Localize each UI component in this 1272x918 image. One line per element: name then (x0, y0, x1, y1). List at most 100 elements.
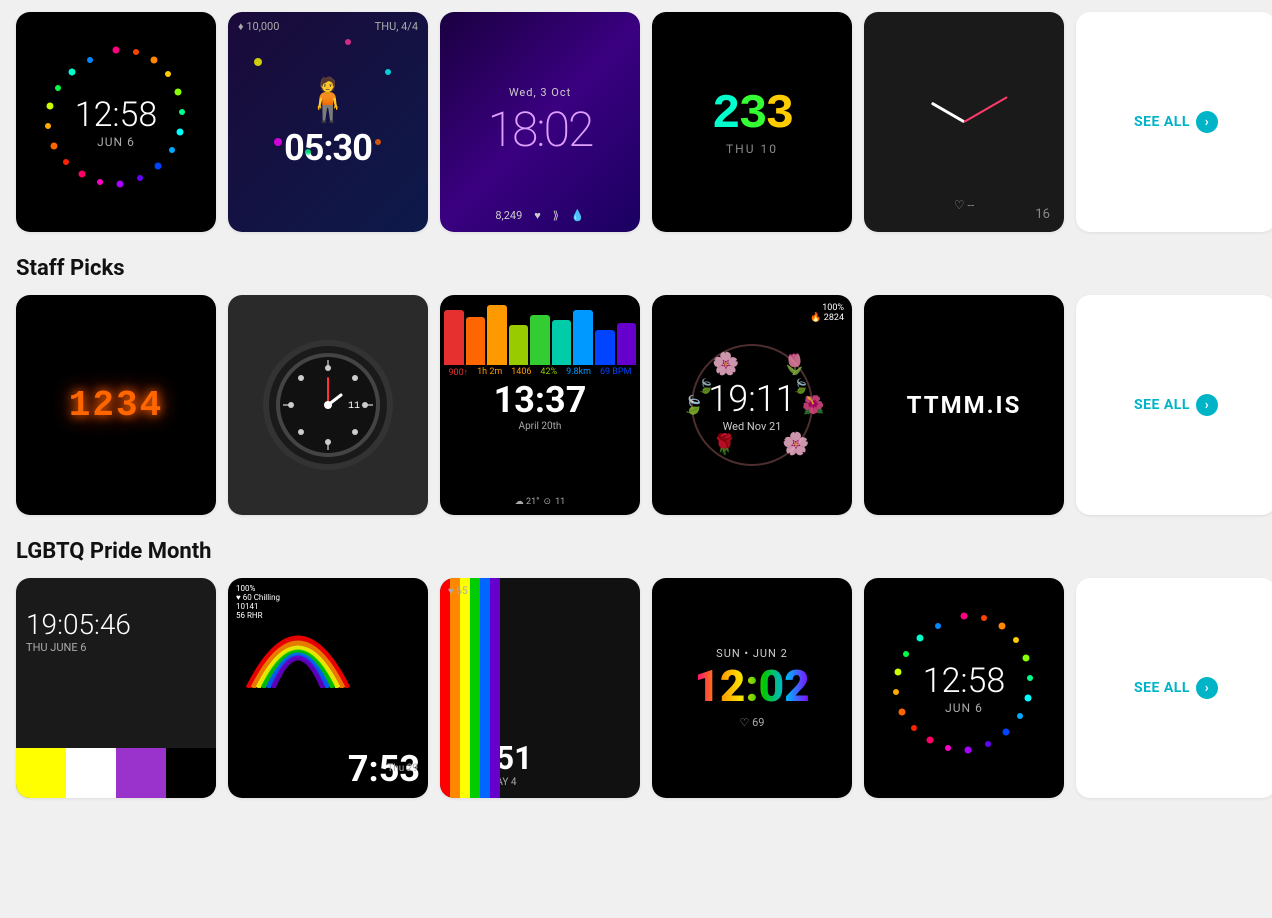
ttmm-text: TTMM.IS (907, 391, 1022, 419)
drip-stat-4: 42% (540, 367, 557, 378)
trace-time: 18:02 (488, 101, 593, 158)
light-number: 16 (1035, 207, 1050, 222)
watch-face-flags: 19:05:46 THU JUNE 6 (16, 578, 216, 798)
drip-stat-5: 9.8km (566, 367, 591, 378)
see-all-featured-circle: › (1196, 111, 1218, 133)
watch-card-floral[interactable]: 🌸 🌷 🌺 🌸 🌹 🍃 🍃 🍃 100% 🔥 2824 1 (652, 295, 852, 515)
staff-picks-section: Staff Picks 1234 Nixie Tubes Tom Bandy (16, 256, 1256, 515)
drips-bottom: ☁ 21° ⊙ 11 (515, 497, 565, 507)
drips-clock-icon: ⊙ (544, 497, 552, 507)
pride-flare-dots (36, 42, 196, 202)
pride-redux-heart: ♥ 60 Chilling (236, 593, 280, 602)
watch-face-pride-flare-2: 12:58 JUN 6 (864, 578, 1064, 798)
featured-row: 12:58 JUN 6 Pride Flare Fitbit ♦ 10,000 … (16, 12, 1256, 232)
watch-face-ttmm: TTMM.IS (864, 295, 1064, 515)
watch-card-trace[interactable]: Wed, 3 Oct 18:02 8,249 ♥ ⟫ 💧 Trace Fitbi… (440, 12, 640, 232)
watch-card-drips[interactable]: 900↑ 1h 2m 1406 42% 9.8km 69 BPM 13:37 A… (440, 295, 640, 515)
featured-section: 12:58 JUN 6 Pride Flare Fitbit ♦ 10,000 … (16, 12, 1256, 232)
watch-face-pride: 11:51 WEDNESDAY 4 ♥ 65 (440, 578, 640, 798)
see-all-lgbtq-btn[interactable]: SEE ALL › (1134, 677, 1218, 699)
pride-heart: ♥ 65 (448, 586, 468, 597)
loops-digit-3b: 3 (765, 88, 792, 142)
watch-face-light: 16 ♡ -- (864, 12, 1064, 232)
drip-bar-6 (552, 320, 572, 365)
lgbtq-section: LGBTQ Pride Month 19:05:46 THU JUNE 6 Fl… (16, 539, 1256, 798)
flags-time: 19:05:46 (26, 608, 131, 641)
nixie-digits: 1234 (69, 385, 163, 426)
see-all-featured-label: SEE ALL (1134, 114, 1190, 130)
drip-bar-9 (617, 323, 637, 365)
see-all-featured[interactable]: SEE ALL › (1076, 12, 1272, 232)
watch-card-colorlog[interactable]: 11 ColorLog MicroByte (228, 295, 428, 515)
pride-redux-date: Thu 29 (387, 763, 418, 774)
watch-face-loops: 233 THU 10 (652, 12, 852, 232)
watch-face-floral: 🌸 🌷 🌺 🌸 🌹 🍃 🍃 🍃 100% 🔥 2824 1 (652, 295, 852, 515)
lgbtq-row: 19:05:46 THU JUNE 6 Flags a29c03d2d2 (16, 578, 1256, 798)
loops-date: THU 10 (726, 142, 778, 156)
lgbtq-title: LGBTQ Pride Month (16, 539, 212, 564)
see-all-staff-picks[interactable]: SEE ALL › (1076, 295, 1272, 515)
watch-card-pride[interactable]: 11:51 WEDNESDAY 4 ♥ 65 Pride (440, 578, 640, 798)
ripple-likes: ♡ 69 (740, 716, 765, 729)
watch-face-drips: 900↑ 1h 2m 1406 42% 9.8km 69 BPM 13:37 A… (440, 295, 640, 515)
ripple-date: SUN • JUN 2 (716, 647, 788, 660)
colorlog-clock: 11 (263, 340, 393, 470)
drips-date: April 20th (519, 421, 562, 432)
trace-stat-drop: 💧 (571, 209, 585, 222)
staff-picks-title: Staff Picks (16, 256, 125, 281)
drip-stat-2: 1h 2m (477, 367, 502, 378)
watch-card-pride-flare-2[interactable]: 12:58 JUN 6 Pride Flare (864, 578, 1064, 798)
floral-svg: 🌸 🌷 🌺 🌸 🌹 🍃 🍃 🍃 (652, 295, 852, 515)
svg-text:🍃: 🍃 (682, 394, 704, 416)
watch-face-colorlog: 11 (228, 295, 428, 515)
drip-stat-3: 1406 (511, 367, 531, 378)
see-all-lgbtq-label: SEE ALL (1134, 680, 1190, 696)
svg-text:🌸: 🌸 (782, 431, 809, 457)
ripple-time: 12:02 (694, 660, 809, 712)
watch-face-rainbow-ripple: SUN • JUN 2 12:02 ♡ 69 (652, 578, 852, 798)
pride-redux-rainbow-svg (238, 608, 358, 688)
vbar-blue (480, 578, 490, 798)
watch-face-pride-flare-1: 12:58 JUN 6 (16, 12, 216, 232)
vbar-yellow (460, 578, 470, 798)
see-all-lgbtq-circle: › (1196, 677, 1218, 699)
watch-face-pride-redux: 100% ♥ 60 Chilling 10141 56 RHR 7:53 Thu… (228, 578, 428, 798)
drip-stat-6: 69 BPM (600, 367, 632, 378)
see-all-lgbtq[interactable]: SEE ALL › (1076, 578, 1272, 798)
watch-card-light[interactable]: 16 ♡ -- Light Fitbit (864, 12, 1064, 232)
see-all-staff-picks-btn[interactable]: SEE ALL › (1134, 394, 1218, 416)
pride-flare2-dots (884, 608, 1044, 768)
watch-card-bitmoji[interactable]: ♦ 10,000 THU, 4/4 🧍 05:30 Bitm (228, 12, 428, 232)
svg-text:🌸: 🌸 (712, 351, 739, 377)
watch-card-flags[interactable]: 19:05:46 THU JUNE 6 Flags a29c03d2d2 (16, 578, 216, 798)
pride-redux-cals: 56 RHR (236, 611, 280, 620)
see-all-featured-btn[interactable]: SEE ALL › (1134, 111, 1218, 133)
stripe-black (166, 748, 216, 798)
page-container: 12:58 JUN 6 Pride Flare Fitbit ♦ 10,000 … (0, 0, 1272, 834)
drip-bar-8 (595, 330, 615, 365)
vbar-orange (450, 578, 460, 798)
vbar-red (440, 578, 450, 798)
watch-card-pride-flare-1[interactable]: 12:58 JUN 6 Pride Flare Fitbit (16, 12, 216, 232)
loops-numbers: 233 (712, 88, 792, 142)
watch-face-nixie: 1234 (16, 295, 216, 515)
staff-picks-row: 1234 Nixie Tubes Tom Bandy (16, 295, 1256, 515)
watch-face-trace: Wed, 3 Oct 18:02 8,249 ♥ ⟫ 💧 (440, 12, 640, 232)
watch-card-pride-redux[interactable]: 100% ♥ 60 Chilling 10141 56 RHR 7:53 Thu… (228, 578, 428, 798)
watch-card-loops[interactable]: 233 THU 10 Loops Fitbit (652, 12, 852, 232)
loops-digit-3: 3 (739, 88, 766, 142)
watch-card-nixie[interactable]: 1234 Nixie Tubes Tom Bandy (16, 295, 216, 515)
floral-stat-steps: 🔥 2824 (810, 313, 844, 323)
floral-stats-top: 100% 🔥 2824 (810, 303, 844, 323)
watch-card-ttmm[interactable]: TTMM.IS TTMM365 TTMM (864, 295, 1064, 515)
bitmoji-character: 🧍 (302, 76, 354, 125)
flags-date: THU JUNE 6 (26, 641, 86, 654)
stripe-yellow (16, 748, 66, 798)
clock-hands-light (904, 62, 1024, 182)
bitmoji-steps: ♦ 10,000 (238, 20, 279, 33)
watch-card-rainbow-ripple[interactable]: SUN • JUN 2 12:02 ♡ 69 Rainbow Ripple (652, 578, 852, 798)
see-all-staff-label: SEE ALL (1134, 397, 1190, 413)
stripe-purple (116, 748, 166, 798)
loops-digit-2: 2 (712, 88, 739, 142)
vbar-green (470, 578, 480, 798)
